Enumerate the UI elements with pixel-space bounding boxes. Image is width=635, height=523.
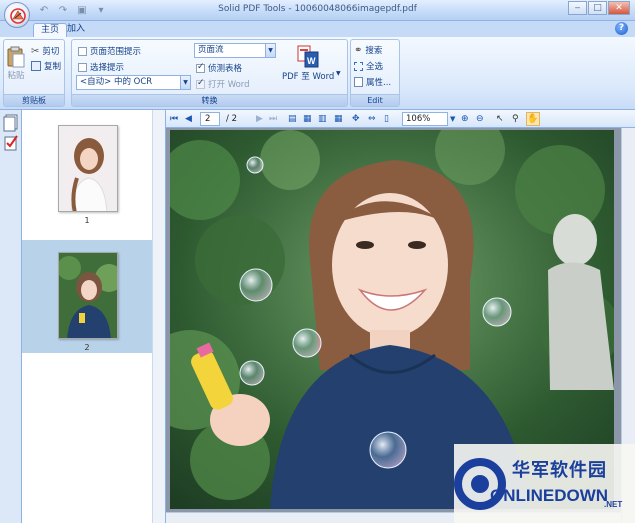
layout-mode-combo[interactable]: 页面流 ▼: [194, 43, 276, 58]
page-number-input[interactable]: 2: [200, 112, 220, 126]
clipboard-group-label: 剪贴板: [4, 94, 64, 106]
open-word-label: 打开 Word: [208, 80, 250, 90]
help-icon[interactable]: ?: [615, 22, 628, 35]
redo-icon[interactable]: ↷: [55, 4, 71, 18]
watermark-en-text: ONLINEDOWN: [490, 486, 609, 505]
pdf-to-word-icon: W: [297, 45, 319, 68]
continuous-view-icon[interactable]: ▦: [303, 112, 312, 126]
two-page-continuous-icon[interactable]: ▦: [334, 112, 343, 126]
watermark-logo: 华军软件园 ONLINEDOWN .NET: [454, 444, 635, 523]
search-button[interactable]: ⚭ 搜索: [354, 44, 383, 57]
select-hint-option[interactable]: 选择提示: [78, 61, 124, 73]
ocr-combo-value: <自动> 中的 OCR: [80, 77, 153, 87]
paste-button[interactable]: 粘贴: [7, 46, 25, 81]
tasks-panel-icon[interactable]: [3, 134, 19, 152]
app-logo-icon: [10, 8, 26, 24]
detect-tables-option[interactable]: 侦测表格: [196, 62, 242, 74]
clipboard-group: 粘贴 ✂ 剪切 复制 剪贴板: [3, 39, 65, 107]
zoom-out-icon[interactable]: ⊖: [476, 112, 484, 126]
chevron-down-icon[interactable]: ▼: [180, 76, 190, 89]
title-bar: ↶ ↷ ▣ ▾ Solid PDF Tools - 10060048066ima…: [0, 0, 635, 21]
select-all-icon: [354, 61, 363, 71]
watermark-suffix: .NET: [604, 500, 623, 509]
thumbnail-image: [58, 125, 118, 212]
zoom-input[interactable]: 106%: [402, 112, 448, 126]
minimize-button[interactable]: ‒: [568, 1, 587, 15]
open-word-checkbox[interactable]: [196, 78, 205, 89]
paste-icon: [7, 46, 25, 68]
fit-width-icon[interactable]: ⇔: [368, 112, 376, 126]
pages-panel-icon[interactable]: [3, 114, 19, 132]
chevron-down-icon[interactable]: ▼: [265, 44, 275, 57]
application-menu-button[interactable]: [4, 2, 30, 28]
page-thumbnail[interactable]: 1: [22, 118, 152, 228]
detect-tables-label: 侦测表格: [208, 64, 243, 74]
properties-label: 属性...: [366, 78, 392, 88]
side-panel-strip: [0, 110, 22, 523]
thumbnail-panel: 1 2: [22, 110, 166, 523]
ribbon-tab-row: 主页 加入: [0, 21, 635, 37]
select-hint-checkbox[interactable]: [78, 62, 87, 72]
select-all-label: 全选: [366, 62, 384, 72]
page-range-hint-checkbox[interactable]: [78, 46, 87, 56]
quick-access-toolbar: ↶ ↷ ▣ ▾: [36, 3, 109, 18]
detect-tables-checkbox[interactable]: [196, 62, 205, 73]
paste-label: 粘贴: [7, 71, 25, 81]
fit-page-icon[interactable]: ✥: [352, 112, 360, 126]
copy-button[interactable]: 复制: [31, 60, 61, 72]
window-controls: ‒ □ ✕: [567, 1, 630, 15]
zoom-dropdown-icon[interactable]: ▼: [450, 112, 455, 126]
thumbnail-number: 2: [84, 343, 90, 352]
svg-text:W: W: [307, 56, 316, 66]
convert-group-label: 转换: [72, 94, 347, 106]
watermark-cn-text: 华军软件园: [512, 460, 607, 481]
edit-group: ⚭ 搜索 全选 属性... Edit: [350, 39, 400, 107]
ribbon: 粘贴 ✂ 剪切 复制 剪贴板 页面范围提示 选择提示 <自动> 中的 OCR ▼…: [0, 37, 635, 110]
binoculars-icon: ⚭: [354, 44, 363, 56]
undo-icon[interactable]: ↶: [36, 4, 52, 18]
last-page-icon[interactable]: ⏭: [269, 112, 277, 126]
copy-icon: [31, 61, 41, 71]
open-word-option[interactable]: 打开 Word: [196, 78, 250, 90]
properties-button[interactable]: 属性...: [354, 76, 391, 88]
viewer-toolbar: ⏮ ◀ 2 / 2 ▶ ⏭ ▤ ▦ ▥ ▦ ✥ ⇔ ▯ 106% ▼ ⊕ ⊖ ↖…: [166, 110, 635, 128]
edit-group-label: Edit: [351, 94, 399, 106]
fit-height-icon[interactable]: ▯: [384, 112, 389, 126]
zoom-tool-icon[interactable]: ⚲: [512, 112, 519, 126]
pdf-to-word-label: PDF 至 Word: [282, 72, 335, 82]
scissors-icon: ✂: [31, 45, 40, 57]
two-page-view-icon[interactable]: ▥: [318, 112, 327, 126]
tab-add[interactable]: 加入: [60, 23, 92, 37]
select-all-button[interactable]: 全选: [354, 60, 383, 72]
maximize-button[interactable]: □: [588, 1, 607, 15]
save-icon[interactable]: ▣: [74, 4, 90, 18]
qat-dropdown-icon[interactable]: ▾: [93, 4, 109, 18]
thumbnail-number: 1: [84, 216, 90, 225]
first-page-icon[interactable]: ⏮: [170, 112, 178, 126]
single-page-view-icon[interactable]: ▤: [288, 112, 297, 126]
ocr-language-combo[interactable]: <自动> 中的 OCR ▼: [76, 75, 191, 90]
thumbnail-scrollbar[interactable]: [152, 110, 165, 523]
next-page-icon[interactable]: ▶: [256, 112, 263, 126]
pdf-to-word-dropdown-icon[interactable]: ▼: [336, 70, 341, 77]
cut-label: 剪切: [42, 47, 60, 57]
pdf-to-word-button[interactable]: W PDF 至 Word: [282, 44, 334, 82]
properties-icon: [354, 77, 363, 87]
zoom-in-icon[interactable]: ⊕: [461, 112, 469, 126]
page-range-hint-label: 页面范围提示: [90, 47, 142, 57]
search-label: 搜索: [365, 46, 383, 56]
select-tool-icon[interactable]: ↖: [496, 112, 504, 126]
cut-button[interactable]: ✂ 剪切: [31, 45, 60, 58]
page-range-hint-option[interactable]: 页面范围提示: [78, 45, 141, 57]
page-thumbnail-selected[interactable]: 2: [22, 240, 152, 353]
prev-page-icon[interactable]: ◀: [185, 112, 192, 126]
select-hint-label: 选择提示: [90, 63, 125, 73]
layout-combo-value: 页面流: [198, 45, 224, 55]
close-button[interactable]: ✕: [608, 1, 630, 15]
thumbnail-image: [58, 252, 118, 339]
convert-group: 页面范围提示 选择提示 <自动> 中的 OCR ▼ 页面流 ▼ 侦测表格 打开 …: [71, 39, 348, 107]
hand-tool-icon[interactable]: ✋: [526, 112, 540, 126]
page-total: / 2: [226, 114, 237, 124]
copy-label: 复制: [44, 62, 62, 72]
